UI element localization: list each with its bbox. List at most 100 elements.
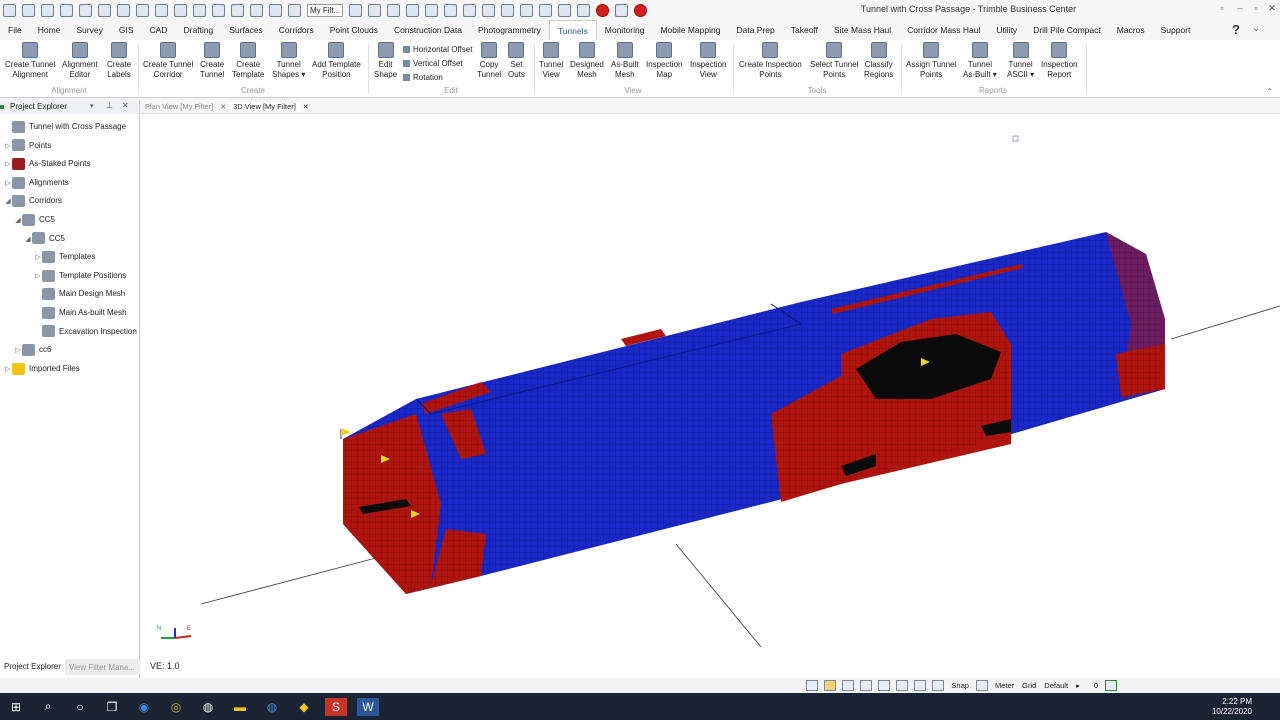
grid-toggle[interactable]: Grid xyxy=(1022,681,1036,690)
zoom-icon[interactable] xyxy=(387,3,400,17)
snap-settings-icon[interactable] xyxy=(975,680,988,691)
menu-monitoring[interactable]: Monitoring xyxy=(597,20,653,40)
alignment-line[interactable] xyxy=(200,553,392,605)
cube-icon[interactable] xyxy=(250,3,263,17)
rotation-button[interactable]: Rotation xyxy=(403,71,443,85)
tab-3d-view[interactable]: 3D View [My Filter] xyxy=(229,102,300,111)
classify-regions-button[interactable]: Classify Regions xyxy=(864,42,893,80)
expand-toggle-icon[interactable]: ▷ xyxy=(4,175,12,193)
magic-icon[interactable] xyxy=(539,3,552,17)
close-button[interactable]: ✕ xyxy=(1265,3,1279,15)
maximize-button[interactable]: ▫ xyxy=(1249,3,1263,15)
inspection-map-button[interactable]: Inspection Map xyxy=(646,42,682,80)
tunnel-shapes-dropdown[interactable]: Tunnel Shapes ▾ xyxy=(272,42,305,80)
inspection-view-button[interactable]: Inspection View xyxy=(690,42,726,80)
vpn-globe-icon[interactable]: ◉ xyxy=(133,698,155,716)
tree-item[interactable]: Excavation Inspection xyxy=(34,323,137,341)
restore-ribbon-icon[interactable]: ▫ xyxy=(1215,3,1229,15)
tab-view-filter-manager[interactable]: View Filter Mana... xyxy=(65,663,139,672)
fence-icon[interactable] xyxy=(860,680,873,691)
tree-item[interactable]: ▷ Points xyxy=(4,137,51,155)
cortana-icon[interactable]: ○ xyxy=(69,698,91,716)
tree-item[interactable]: ▷ Imported Files xyxy=(4,360,80,378)
globe-icon[interactable] xyxy=(212,3,225,17)
layer-selector[interactable]: Default xyxy=(1044,681,1068,690)
select-mode-icon[interactable] xyxy=(824,680,837,691)
tunnel-as-built-dropdown[interactable]: Tunnel As-Built ▾ xyxy=(963,42,997,80)
tree-item[interactable]: ▷ Templates xyxy=(34,248,95,266)
menu-drill-pile-compact[interactable]: Drill Pile Compact xyxy=(1025,20,1109,40)
3d-view-viewport[interactable]: N E VE: 1.0 xyxy=(141,114,1280,678)
file-explorer-icon[interactable]: ▬ xyxy=(229,698,251,716)
cloud-icon[interactable] xyxy=(193,3,206,17)
screen-icon[interactable] xyxy=(615,3,628,17)
document-icon[interactable] xyxy=(444,3,457,17)
snap-toggle[interactable]: Snap xyxy=(951,681,969,690)
view-filter-select[interactable]: My Filt... xyxy=(307,3,343,17)
menu-tunnels[interactable]: Tunnels xyxy=(548,20,597,40)
pin-icon[interactable]: ⊥ xyxy=(106,101,113,110)
close-plan-tab-icon[interactable]: ✕ xyxy=(217,103,229,111)
expand-toggle-icon[interactable]: ▷ xyxy=(4,138,12,156)
expand-toggle-icon[interactable]: ▷ xyxy=(4,156,12,174)
tree-item[interactable]: ◢ Corridors xyxy=(4,192,62,210)
menu-point-clouds[interactable]: Point Clouds xyxy=(322,20,386,40)
expand-toggle-icon[interactable]: ▷ xyxy=(34,268,42,286)
task-view-icon[interactable]: ❐ xyxy=(101,698,123,716)
create-labels-button[interactable]: Create Labels xyxy=(107,42,131,80)
open-project-icon[interactable] xyxy=(117,3,130,17)
tree-item[interactable]: ▷ Alignments xyxy=(4,174,69,192)
settings-gear-icon[interactable] xyxy=(155,3,168,17)
export-icon[interactable] xyxy=(79,3,92,17)
view-box-icon[interactable] xyxy=(231,3,244,17)
coordinate-icon[interactable] xyxy=(914,680,927,691)
tree-item[interactable]: ◢ CC5 xyxy=(14,211,55,229)
tree-item[interactable]: Tunnel with Cross Passage xyxy=(4,118,126,136)
create-tunnel-alignment-button[interactable]: Create Tunnel Alignment xyxy=(5,42,55,80)
alignment-line-end[interactable] xyxy=(1170,305,1280,340)
tbc-app-icon[interactable]: ◆ xyxy=(293,698,315,716)
tree-item[interactable]: ▷ As-Staked Points xyxy=(4,155,90,173)
menu-construction-data[interactable]: Construction Data xyxy=(386,20,470,40)
browser-icon[interactable]: ◍ xyxy=(261,698,283,716)
minimize-button[interactable]: – xyxy=(1233,3,1247,15)
menu-takeoff[interactable]: Takeoff xyxy=(783,20,826,40)
add-template-position-button[interactable]: Add Template Position xyxy=(312,42,361,80)
help-icon[interactable]: ? xyxy=(1232,22,1240,37)
layers-icon[interactable] xyxy=(406,3,419,17)
tunnel-ascii-dropdown[interactable]: Tunnel ASCII ▾ xyxy=(1007,42,1034,80)
units-selector[interactable]: Meter xyxy=(995,681,1014,690)
word-icon[interactable]: W xyxy=(357,697,379,716)
app-icon[interactable]: ◍ xyxy=(197,698,219,716)
create-tunnel-corridor-button[interactable]: Create Tunnel Corridor xyxy=(143,42,193,80)
menu-site-mass-haul[interactable]: Site Mass Haul xyxy=(826,20,899,40)
panel-dropdown-icon[interactable]: ▾ xyxy=(90,102,94,110)
collapse-ribbon-icon[interactable]: ⌃ xyxy=(1266,87,1273,96)
windows-start-icon[interactable]: ⊞ xyxy=(5,698,27,716)
tree-item[interactable]: ▷ cc6 xyxy=(14,341,51,359)
expand-toggle-icon[interactable]: ◢ xyxy=(24,231,32,249)
import-icon[interactable] xyxy=(60,3,73,17)
menu-survey[interactable]: Survey xyxy=(68,20,110,40)
print-icon[interactable] xyxy=(520,3,533,17)
create-template-button[interactable]: Create Template xyxy=(232,42,264,80)
menu-mobile-mapping[interactable]: Mobile Mapping xyxy=(652,20,728,40)
undo-icon[interactable] xyxy=(22,3,35,17)
selection-set-icon[interactable] xyxy=(1105,680,1117,691)
page-icon[interactable] xyxy=(174,3,187,17)
edit-shape-button[interactable]: Edit Shape xyxy=(374,42,397,80)
menu-gis[interactable]: GIS xyxy=(111,20,142,40)
menu-support[interactable]: Support xyxy=(1153,20,1199,40)
copy-tunnel-button[interactable]: Copy Tunnel xyxy=(477,42,501,80)
tunnel-model[interactable] xyxy=(141,114,1280,678)
tree-item[interactable]: Main Design Mesh xyxy=(34,285,125,303)
lasso-icon[interactable] xyxy=(842,680,855,691)
menu-utility[interactable]: Utility xyxy=(988,20,1025,40)
expand-toggle-icon[interactable]: ▷ xyxy=(14,342,22,360)
tunnel-view-button[interactable]: Tunnel View xyxy=(539,42,563,80)
designed-mesh-button[interactable]: Designed Mesh xyxy=(570,42,604,80)
tree-item[interactable]: Main As-built Mesh xyxy=(34,304,127,322)
chevron-down-icon[interactable]: ⌄ xyxy=(1252,23,1260,34)
alignment-editor-button[interactable]: Alignment Editor xyxy=(62,42,98,80)
tab-project-explorer[interactable]: Project Explorer xyxy=(0,659,65,675)
